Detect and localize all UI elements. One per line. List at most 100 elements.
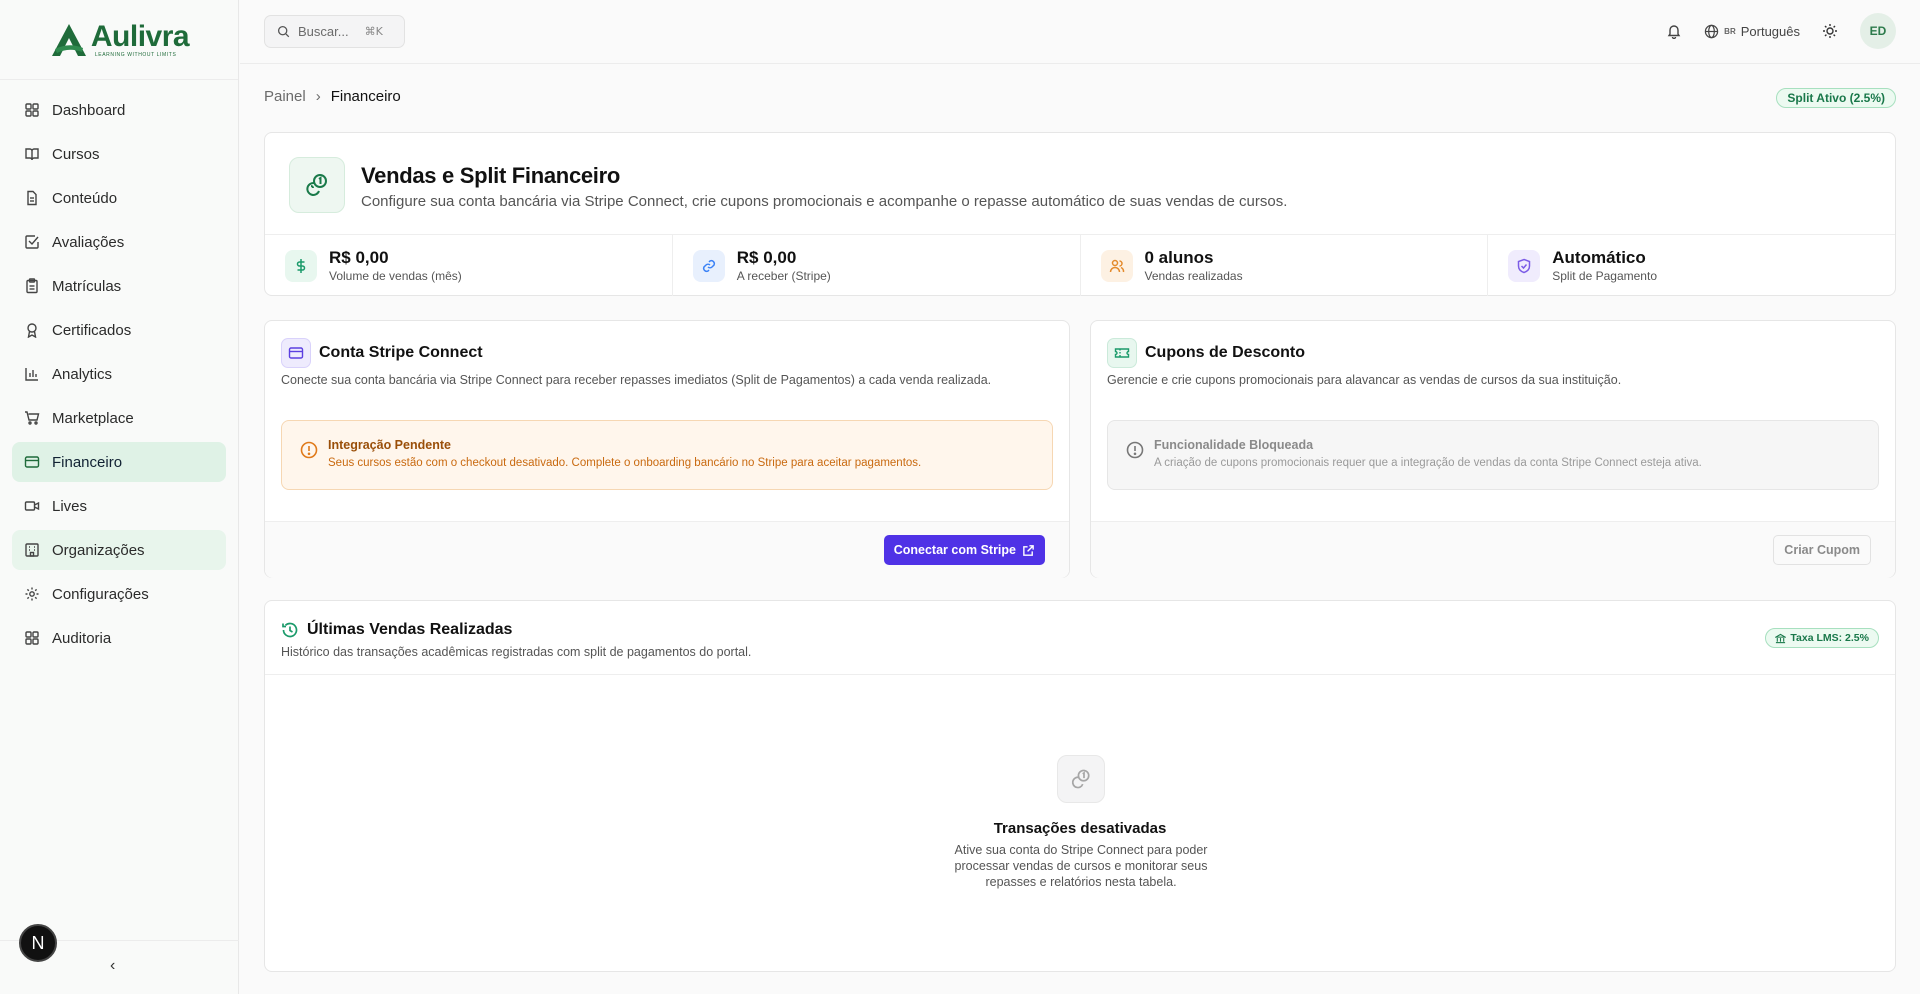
building-icon — [25, 543, 39, 557]
logo[interactable]: Aulivra LEARNING WITHOUT LIMITS — [0, 0, 238, 80]
stat-receivable: R$ 0,00 A receber (Stripe) — [673, 235, 1081, 296]
logo-mark-icon — [51, 23, 86, 56]
sidebar-item-label: Financeiro — [52, 453, 123, 471]
sidebar-item-label: Analytics — [52, 365, 113, 383]
bell-icon[interactable] — [1666, 23, 1682, 39]
coupons-card: Cupons de Desconto Gerencie e crie cupon… — [1090, 320, 1896, 578]
hero-icon-box — [289, 157, 345, 213]
integration-pending-alert: Integração Pendente Seus cursos estão co… — [281, 420, 1053, 490]
split-status-badge: Split Ativo (2.5%) — [1776, 88, 1896, 108]
sidebar-item-matriculas[interactable]: Matrículas — [12, 266, 226, 306]
sidebar-item-financeiro[interactable]: Financeiro — [12, 442, 226, 482]
alert-title: Integração Pendente — [328, 438, 451, 452]
topbar: Buscar... ⌘K BR Português ED — [240, 0, 1920, 64]
coupons-card-subtitle: Gerencie e crie cupons promocionais para… — [1107, 373, 1622, 387]
topbar-actions: BR Português ED — [1666, 13, 1896, 49]
stripe-card-footer: Conectar com Stripe — [265, 521, 1069, 578]
bank-icon — [1775, 633, 1787, 643]
sidebar-item-cursos[interactable]: Cursos — [12, 134, 226, 174]
award-icon — [27, 323, 37, 338]
credit-card-icon — [24, 456, 40, 468]
sidebar-item-label: Configurações — [52, 585, 149, 603]
sidebar-item-label: Marketplace — [52, 409, 134, 427]
sidebar-footer: N ‹ — [0, 924, 239, 994]
recent-sales-card: Últimas Vendas Realizadas Histórico das … — [264, 600, 1896, 972]
language-label: Português — [1740, 23, 1800, 39]
page-subtitle: Configure sua conta bancária via Stripe … — [361, 193, 1288, 210]
finance-overview-card: Vendas e Split Financeiro Configure sua … — [264, 132, 1896, 296]
tax-badge-label: Taxa LMS: 2.5% — [1790, 632, 1869, 644]
breadcrumb: Painel › Financeiro — [264, 88, 401, 105]
book-icon — [25, 148, 39, 161]
coins-icon — [306, 174, 327, 196]
check-square-icon — [25, 235, 39, 249]
stripe-card-title: Conta Stripe Connect — [319, 344, 483, 361]
connect-stripe-button[interactable]: Conectar com Stripe — [883, 535, 1045, 565]
breadcrumb-current: Financeiro — [330, 88, 401, 105]
sidebar-item-organizacoes[interactable]: Organizações — [12, 530, 226, 570]
stat-label: Split de Pagamento — [1552, 269, 1657, 283]
sidebar-item-label: Certificados — [52, 321, 132, 339]
alert-text: A criação de cupons promocionais requer … — [1154, 457, 1702, 469]
empty-state-title: Transações desativadas — [993, 820, 1167, 837]
sidebar-item-label: Auditoria — [52, 629, 112, 647]
sidebar: Aulivra LEARNING WITHOUT LIMITS Dashboar… — [0, 0, 239, 994]
dashboard-icon — [25, 103, 39, 117]
sidebar-item-configuracoes[interactable]: Configurações — [12, 574, 226, 614]
alert-text: Seus cursos estão com o checkout desativ… — [328, 457, 922, 469]
sidebar-item-label: Lives — [52, 497, 88, 515]
dev-badge[interactable]: N — [19, 924, 57, 962]
sidebar-item-marketplace[interactable]: Marketplace — [12, 398, 226, 438]
alert-title: Funcionalidade Bloqueada — [1154, 438, 1314, 452]
sidebar-item-conteudo[interactable]: Conteúdo — [12, 178, 226, 218]
language-code: BR — [1724, 26, 1736, 36]
shield-check-icon — [1508, 249, 1541, 282]
ticket-icon — [1107, 338, 1137, 368]
stripe-connect-card: Conta Stripe Connect Conecte sua conta b… — [264, 320, 1070, 578]
sidebar-item-certificados[interactable]: Certificados — [12, 310, 226, 350]
alert-circle-icon — [300, 441, 318, 459]
clipboard-icon — [26, 278, 38, 294]
stat-split: Automático Split de Pagamento — [1488, 235, 1895, 296]
sun-icon[interactable] — [1822, 23, 1838, 39]
alert-circle-icon — [1126, 441, 1144, 459]
coupons-card-footer: Criar Cupom — [1091, 521, 1895, 578]
avatar[interactable]: ED — [1860, 13, 1896, 49]
history-icon — [282, 622, 298, 638]
coins-icon — [1071, 769, 1090, 789]
sidebar-item-lives[interactable]: Lives — [12, 486, 226, 526]
users-icon — [1100, 249, 1133, 282]
collapse-sidebar-icon[interactable]: ‹ — [110, 957, 115, 975]
link-icon — [692, 249, 725, 282]
brand-tagline: LEARNING WITHOUT LIMITS — [94, 51, 177, 58]
sales-subtitle: Histórico das transações acadêmicas regi… — [281, 645, 752, 659]
tax-badge: Taxa LMS: 2.5% — [1765, 628, 1879, 648]
sidebar-item-label: Organizações — [52, 541, 145, 559]
brand-name: Aulivra — [90, 19, 190, 53]
sidebar-item-label: Cursos — [52, 145, 100, 163]
credit-card-icon — [281, 338, 311, 368]
video-icon — [24, 501, 40, 511]
sidebar-item-dashboard[interactable]: Dashboard — [12, 90, 226, 130]
search-input[interactable]: Buscar... ⌘K — [264, 15, 405, 48]
language-selector[interactable]: BR Português — [1704, 24, 1800, 39]
stat-value: R$ 0,00 — [329, 248, 389, 267]
stats-row: R$ 0,00 Volume de vendas (mês) R$ 0,00 A r… — [265, 234, 1895, 296]
cart-icon — [25, 411, 40, 425]
sidebar-item-label: Conteúdo — [52, 189, 118, 207]
sidebar-item-avaliacoes[interactable]: Avaliações — [12, 222, 226, 262]
search-shortcut: ⌘K — [364, 25, 383, 38]
sidebar-item-label: Avaliações — [52, 233, 125, 251]
stat-label: A receber (Stripe) — [736, 269, 831, 283]
sidebar-item-analytics[interactable]: Analytics — [12, 354, 226, 394]
search-placeholder: Buscar... — [298, 24, 349, 39]
external-link-icon — [1023, 544, 1034, 556]
stripe-card-subtitle: Conecte sua conta bancária via Stripe Co… — [281, 373, 992, 387]
sidebar-item-label: Matrículas — [52, 277, 122, 295]
bar-chart-icon — [25, 368, 38, 381]
file-icon — [27, 190, 37, 206]
create-coupon-button[interactable]: Criar Cupom — [1773, 535, 1871, 565]
breadcrumb-root[interactable]: Painel — [264, 88, 306, 105]
breadcrumb-separator-icon: › — [315, 88, 321, 105]
sidebar-item-auditoria[interactable]: Auditoria — [12, 618, 226, 658]
